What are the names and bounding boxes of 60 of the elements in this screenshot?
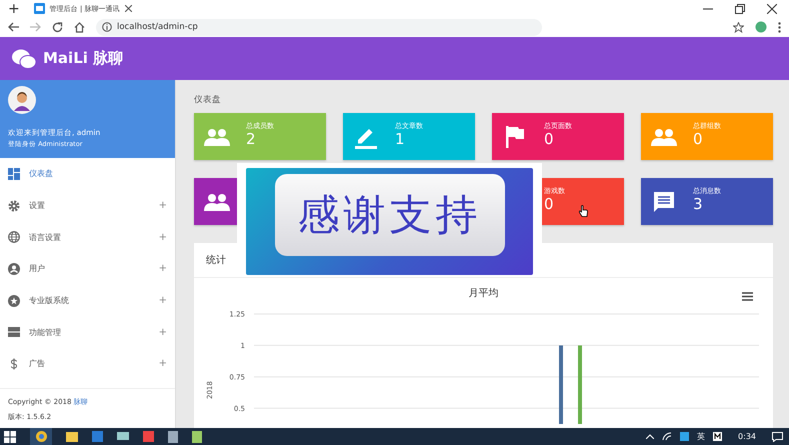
expand-icon[interactable]: + (158, 200, 167, 212)
star-icon[interactable] (733, 22, 744, 32)
address-bar[interactable]: localhost/admin-cp (96, 18, 542, 36)
browser-icon[interactable] (36, 431, 46, 442)
reload-icon[interactable] (52, 22, 63, 32)
windows-icon[interactable] (4, 430, 16, 442)
dashboard-icon (8, 168, 20, 180)
card-value: 1 (395, 132, 405, 147)
message-icon (652, 190, 676, 214)
menu-icon[interactable] (742, 292, 753, 301)
hand-cursor-icon (579, 205, 588, 217)
user-icon (8, 262, 20, 275)
wifi-icon[interactable] (662, 432, 672, 441)
input-method[interactable]: 英 (697, 431, 706, 442)
card-value: 2 (246, 132, 256, 147)
people-icon (204, 192, 230, 210)
panels-icon (8, 326, 20, 338)
page-title: 仪表盘 (194, 94, 222, 106)
expand-icon[interactable]: + (158, 358, 167, 370)
app-tray-icon[interactable] (713, 432, 722, 441)
card-value: 3 (693, 197, 703, 212)
avatar (8, 86, 36, 114)
dollar-icon (8, 358, 20, 370)
expand-icon[interactable]: + (158, 326, 167, 338)
sidebar-item[interactable]: 功能管理 + (0, 316, 175, 348)
expand-icon[interactable]: + (158, 232, 167, 243)
notification-icon[interactable] (772, 432, 783, 442)
settings-icon (8, 200, 20, 212)
sidebar-item[interactable]: 专业版系统 + (0, 284, 175, 316)
restore-icon[interactable] (735, 4, 745, 14)
expand-icon[interactable]: + (158, 263, 167, 274)
people-icon (651, 128, 677, 146)
home-icon[interactable] (74, 22, 85, 32)
close-icon[interactable] (124, 5, 132, 12)
back-icon[interactable] (8, 22, 19, 32)
panel-title: 统计 (206, 254, 226, 267)
close-icon[interactable] (767, 4, 777, 14)
brand-name[interactable]: MaiLi 脉聊 (43, 49, 124, 68)
menu-icon[interactable] (778, 22, 781, 32)
globe-icon (8, 231, 20, 244)
card-value: 0 (544, 132, 554, 147)
favicon-icon (34, 3, 45, 14)
clock[interactable]: 0:34 (738, 432, 756, 441)
sidebar-item[interactable]: 仪表盘 (0, 158, 175, 190)
new-tab-button[interactable]: + (8, 2, 20, 16)
card-value: 0 (544, 197, 554, 212)
card-value: 0 (693, 132, 703, 147)
expand-icon[interactable]: + (158, 295, 167, 306)
people-icon (204, 128, 230, 146)
sidebar-item[interactable]: 用户 + (0, 253, 175, 285)
chat-bubbles-icon (12, 48, 36, 68)
chart-title: 月平均 (468, 287, 498, 300)
caret-icon[interactable] (646, 434, 654, 439)
sidebar-item[interactable]: 设置 + (0, 190, 175, 222)
flag-icon (506, 126, 524, 148)
info-icon (102, 22, 112, 32)
star-icon (8, 294, 20, 307)
banner-text: 感谢支持 (298, 189, 482, 241)
sidebar-item[interactable]: 广告 + (0, 348, 175, 380)
sidebar-item[interactable]: 语言设置 + (0, 221, 175, 254)
